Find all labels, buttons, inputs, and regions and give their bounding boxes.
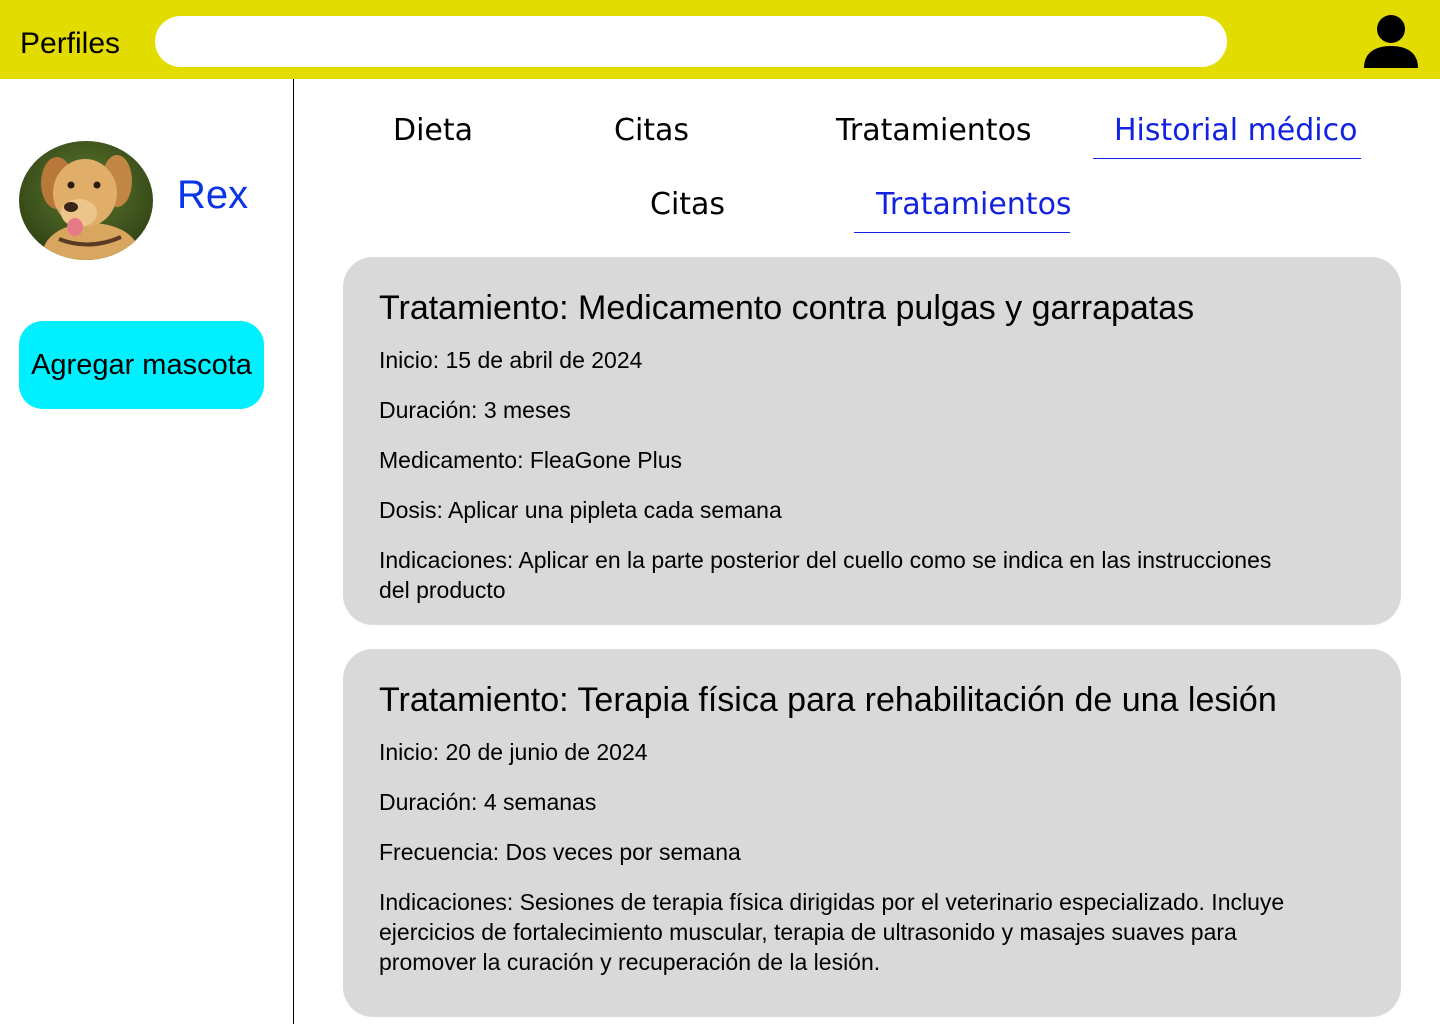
- tab-historial-medico[interactable]: Historial médico: [1114, 113, 1357, 149]
- treatment-title: Tratamiento: Medicamento contra pulgas y…: [379, 289, 1195, 327]
- treatment-indications: Indicaciones: Aplicar en la parte poster…: [379, 547, 1272, 603]
- treatment-title: Tratamiento: Terapia física para rehabil…: [379, 681, 1277, 719]
- treatment-dose: Dosis: Aplicar una pipleta cada semana: [379, 497, 782, 523]
- treatment-frequency: Frecuencia: Dos veces por semana: [379, 839, 741, 865]
- user-icon[interactable]: [1362, 14, 1420, 68]
- dog-photo-icon: [19, 141, 153, 260]
- subtab-tratamientos[interactable]: Tratamientos: [876, 187, 1072, 223]
- tab-citas[interactable]: Citas: [614, 113, 689, 149]
- tab-dieta[interactable]: Dieta: [393, 113, 473, 149]
- treatment-start: Inicio: 15 de abril de 2024: [379, 347, 643, 373]
- subtab-citas[interactable]: Citas: [650, 187, 725, 223]
- treatment-card: Tratamiento: Medicamento contra pulgas y…: [343, 257, 1401, 625]
- top-bar: Perfiles: [0, 0, 1440, 79]
- treatment-medication: Medicamento: FleaGone Plus: [379, 447, 682, 473]
- tab-tratamientos[interactable]: Tratamientos: [836, 113, 1032, 149]
- treatment-duration: Duración: 3 meses: [379, 397, 571, 423]
- app-title: Perfiles: [20, 27, 121, 60]
- pet-avatar[interactable]: [19, 141, 153, 260]
- treatment-start: Inicio: 20 de junio de 2024: [379, 739, 648, 765]
- treatment-duration: Duración: 4 semanas: [379, 789, 597, 815]
- treatment-card: Tratamiento: Terapia física para rehabil…: [343, 649, 1401, 1017]
- treatment-indications: Indicaciones: Sesiones de terapia física…: [379, 889, 1285, 975]
- pet-name[interactable]: Rex: [177, 172, 248, 218]
- active-tab-underline: [1093, 158, 1361, 159]
- add-pet-button[interactable]: Agregar mascota: [19, 321, 264, 409]
- active-subtab-underline: [854, 232, 1070, 233]
- search-input[interactable]: [155, 16, 1227, 67]
- sidebar-divider: [293, 79, 294, 1024]
